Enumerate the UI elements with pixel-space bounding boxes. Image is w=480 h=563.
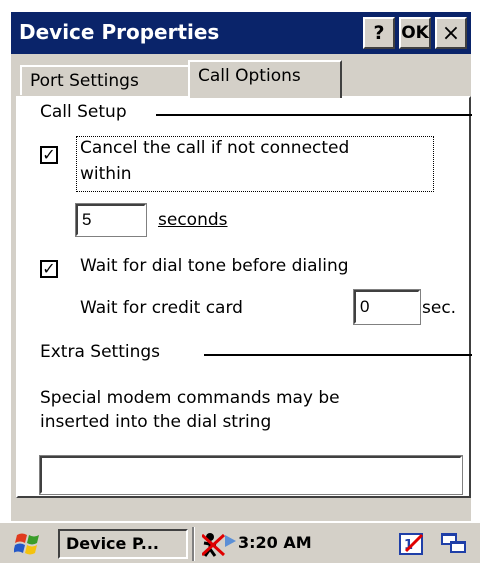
- tab-call-options[interactable]: Call Options: [188, 60, 342, 98]
- wait-dial-tone-label: Wait for dial tone before dialing: [80, 256, 349, 276]
- sec-label: sec.: [422, 298, 457, 318]
- ok-button-label: OK: [401, 23, 429, 43]
- task-button-label: Device P...: [66, 534, 159, 553]
- extra-settings-divider: [204, 354, 472, 356]
- taskbar-separator: [192, 527, 195, 561]
- extra-settings-description-line2: inserted into the dial string: [40, 412, 272, 432]
- device-properties-window: Device Properties ? OK × Port Settings C…: [0, 0, 480, 521]
- tab-call-options-label: Call Options: [198, 66, 301, 86]
- task-button-device-properties[interactable]: Device P...: [58, 529, 188, 559]
- ok-button[interactable]: OK: [399, 17, 431, 49]
- credit-card-input[interactable]: [353, 289, 421, 325]
- seconds-input[interactable]: [75, 203, 147, 237]
- modem-commands-input[interactable]: [39, 455, 463, 495]
- help-button-label: ?: [373, 22, 385, 44]
- title-bar: Device Properties ? OK ×: [11, 12, 471, 54]
- taskbar: Device P... 3:20 AM 1: [0, 521, 480, 563]
- cancel-call-label-line2: within: [80, 164, 132, 184]
- tab-port-settings[interactable]: Port Settings: [20, 65, 190, 95]
- cancel-call-label-line1: Cancel the call if not connected: [80, 138, 350, 158]
- windows-flag-icon[interactable]: [13, 531, 44, 557]
- checkmark-icon: ✓: [42, 259, 56, 278]
- desktop-icon[interactable]: [440, 531, 470, 561]
- checkmark-icon: ✓: [42, 145, 56, 164]
- connection-arrow-icon[interactable]: [224, 533, 238, 559]
- wait-dial-tone-checkbox[interactable]: ✓: [40, 260, 58, 278]
- close-icon: ×: [441, 20, 461, 46]
- credit-card-label: Wait for credit card: [80, 298, 243, 318]
- input-panel-icon[interactable]: 1: [398, 531, 426, 561]
- extra-settings-heading: Extra Settings: [40, 342, 161, 362]
- tab-port-settings-label: Port Settings: [30, 71, 139, 91]
- taskbar-clock[interactable]: 3:20 AM: [238, 533, 312, 552]
- extra-settings-description-line1: Special modem commands may be: [40, 388, 340, 408]
- seconds-label: seconds: [158, 210, 228, 230]
- help-button[interactable]: ?: [363, 17, 395, 49]
- window-title: Device Properties: [19, 20, 220, 44]
- close-button[interactable]: ×: [435, 17, 467, 49]
- call-setup-divider: [156, 114, 472, 116]
- call-options-panel: Call Setup ✓ Cancel the call if not conn…: [16, 96, 472, 498]
- cancel-call-checkbox[interactable]: ✓: [40, 146, 58, 164]
- call-setup-heading: Call Setup: [40, 102, 127, 122]
